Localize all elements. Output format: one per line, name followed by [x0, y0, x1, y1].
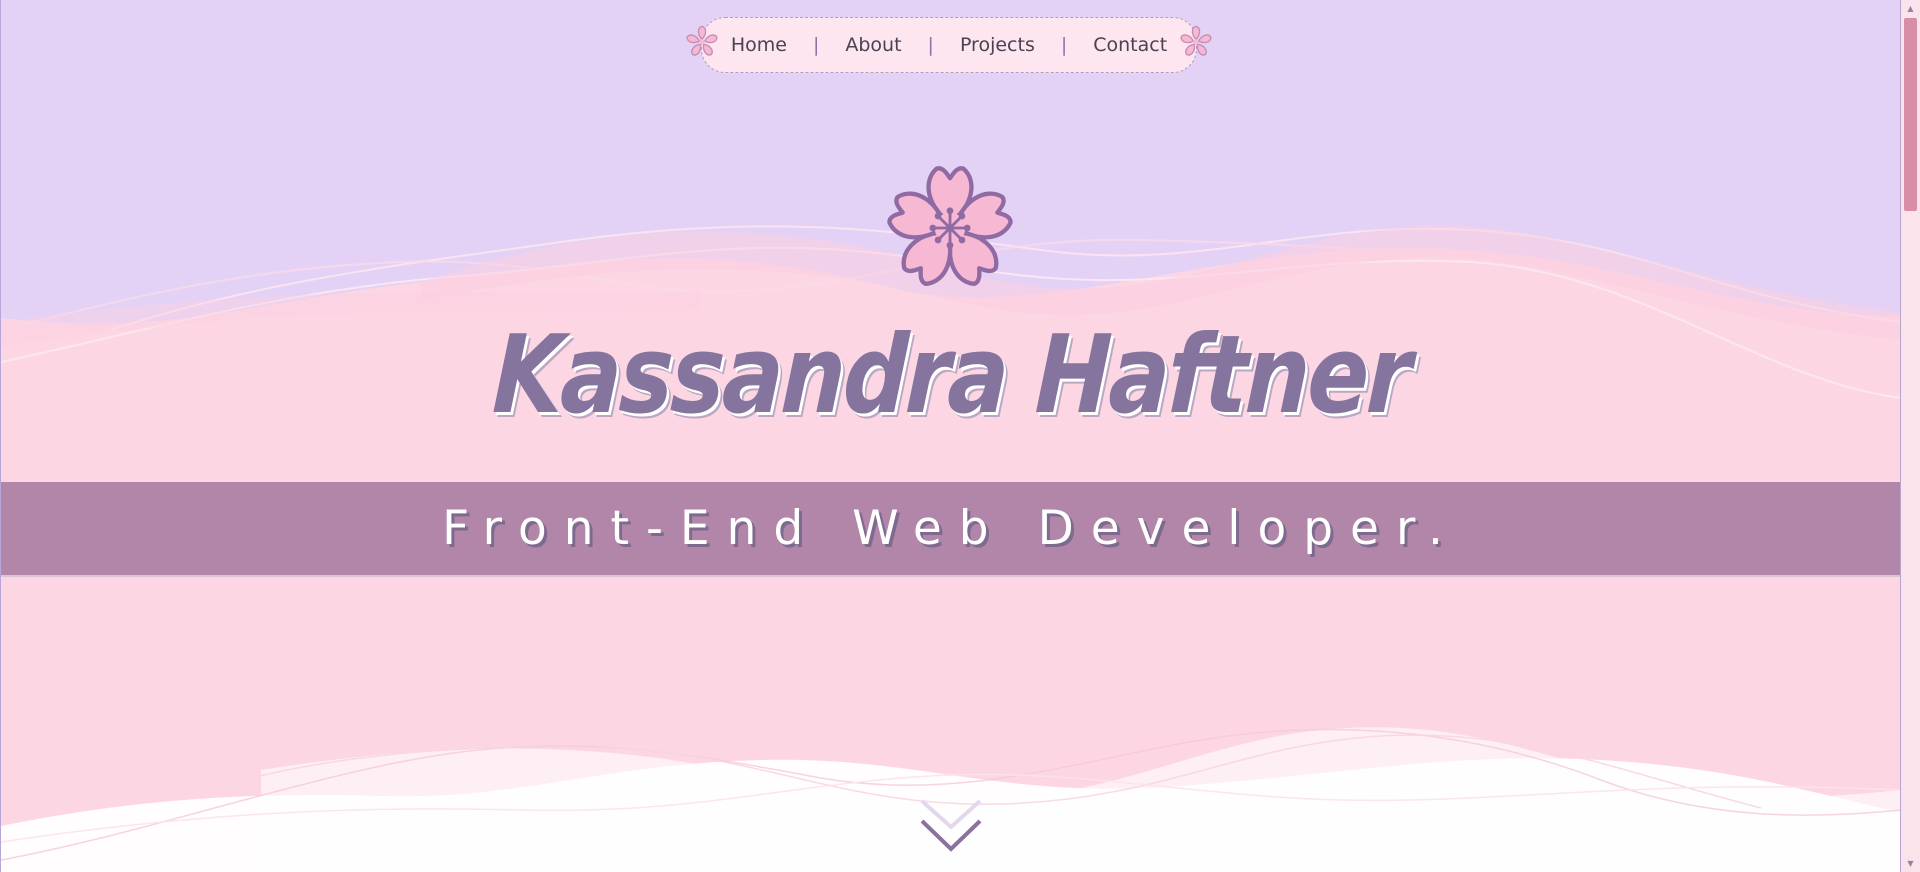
- tagline-banner: Front-End Web Developer.: [1, 482, 1900, 577]
- scrollbar-thumb[interactable]: [1904, 18, 1917, 211]
- nav-link-projects[interactable]: Projects: [960, 34, 1035, 56]
- double-chevron-down-icon[interactable]: [918, 797, 984, 859]
- hero-name-heading: Kassandra Haftner: [490, 313, 1412, 438]
- hero-tagline: Front-End Web Developer.: [442, 501, 1460, 556]
- nav-separator: |: [1060, 34, 1068, 56]
- cherry-blossom-icon: [887, 166, 1013, 287]
- nav-link-home[interactable]: Home: [731, 34, 787, 56]
- scroll-down-arrow[interactable]: ▼: [1901, 855, 1920, 872]
- nav-separator: |: [812, 34, 820, 56]
- nav-separator: |: [927, 34, 934, 56]
- page-scrollbar[interactable]: ▲ ▼: [1900, 0, 1920, 872]
- main-nav: Home | About | Projects | Contact: [686, 17, 1212, 73]
- scroll-up-arrow[interactable]: ▲: [1901, 0, 1920, 17]
- nav-link-contact[interactable]: Contact: [1093, 34, 1167, 56]
- nav-link-about[interactable]: About: [845, 34, 901, 56]
- cherry-blossom-icon: [1180, 25, 1212, 56]
- page-viewport: Home | About | Projects | Contact Kassan…: [0, 0, 1900, 872]
- cherry-blossom-icon: [686, 25, 718, 56]
